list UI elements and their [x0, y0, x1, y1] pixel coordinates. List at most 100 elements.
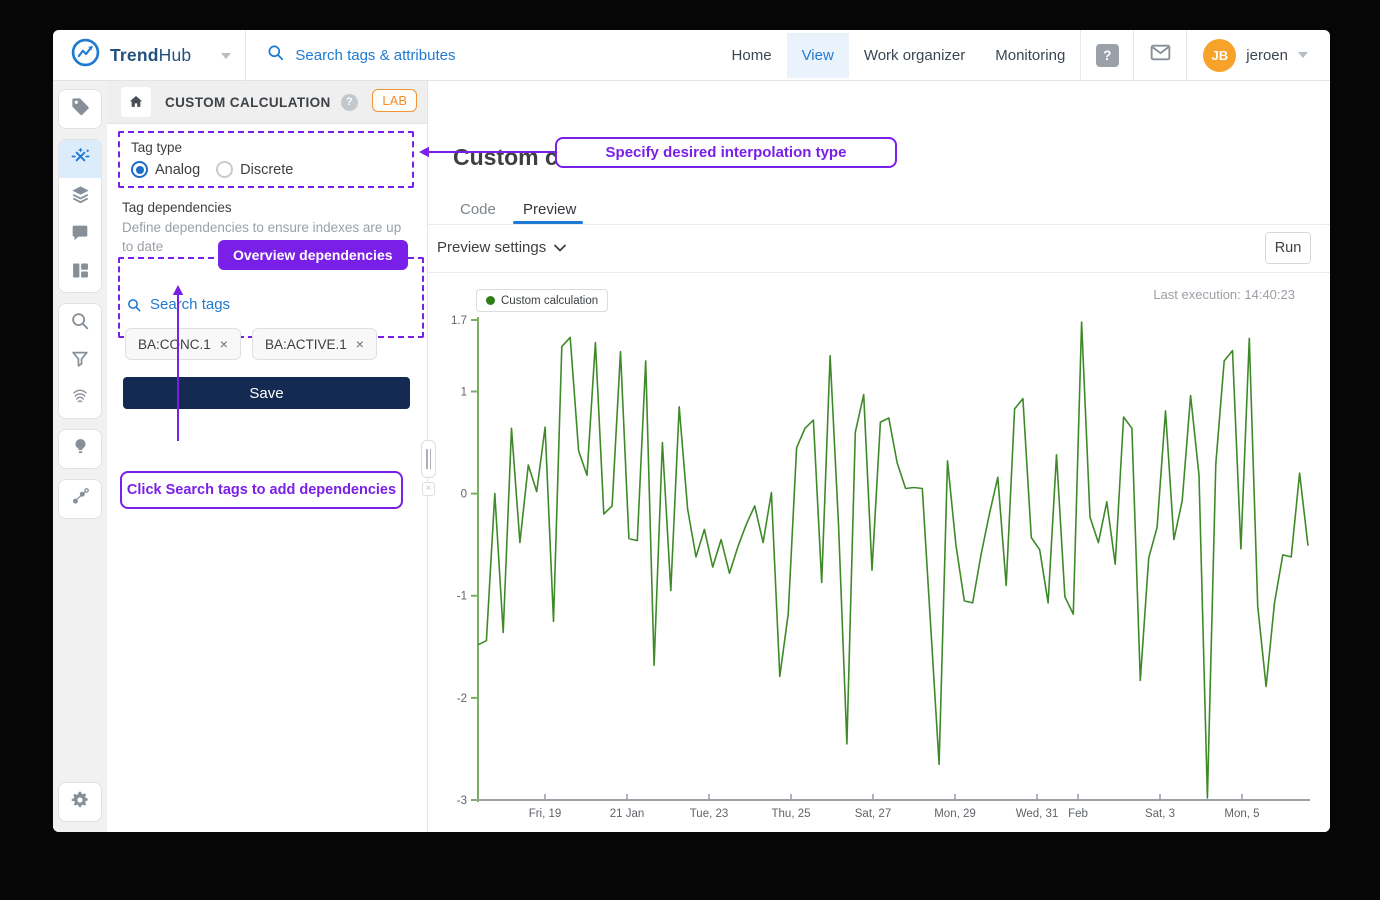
annotation-box-tag-type: Tag type AnalogDiscrete: [118, 131, 414, 188]
user-chevron-down-icon: [1298, 52, 1308, 58]
graph-icon: [69, 486, 91, 513]
sidebar-item-comments[interactable]: [59, 216, 101, 254]
sidebar-item-layers[interactable]: [59, 178, 101, 216]
lab-badge: LAB: [372, 89, 417, 112]
sidebar-group: [58, 429, 102, 469]
nav-item-home[interactable]: Home: [717, 33, 787, 78]
primary-nav: HomeViewWork organizerMonitoring: [717, 30, 1081, 80]
remove-tag-icon[interactable]: ×: [220, 336, 228, 352]
lightbulb-icon: [70, 436, 91, 462]
custom-calculation-icon: [69, 145, 92, 173]
svg-text:-1: -1: [457, 591, 467, 603]
sidebar-item-fingerprint[interactable]: [59, 380, 101, 418]
divider: [428, 272, 1330, 273]
radio-analog[interactable]: Analog: [131, 161, 200, 178]
home-button[interactable]: [121, 87, 151, 117]
tab-preview[interactable]: Preview: [523, 201, 576, 218]
help-button[interactable]: ?: [1081, 30, 1133, 80]
sidebar-group: [58, 139, 102, 293]
sidebar-item-graph[interactable]: [59, 480, 101, 518]
nav-item-work-organizer[interactable]: Work organizer: [849, 33, 980, 78]
dashboard-icon: [70, 260, 91, 286]
global-search[interactable]: [266, 43, 535, 67]
svg-text:Thu, 25: Thu, 25: [772, 808, 811, 820]
sidebar-item-tag[interactable]: [59, 90, 101, 128]
preview-settings-dropdown[interactable]: Preview settings: [437, 239, 566, 256]
main-area: Custom calculation Specify desired inter…: [428, 81, 1330, 832]
dependency-chip[interactable]: BA:ACTIVE.1 ×: [252, 328, 377, 360]
legend-label: Custom calculation: [501, 295, 598, 307]
run-button[interactable]: Run: [1265, 232, 1311, 264]
svg-text:Mon, 5: Mon, 5: [1224, 808, 1259, 820]
dependency-chip-label: BA:ACTIVE.1: [265, 337, 347, 352]
chevron-down-icon: [554, 244, 566, 252]
remove-tag-icon[interactable]: ×: [356, 336, 364, 352]
search-icon: [266, 43, 285, 67]
icon-sidebar: [53, 81, 107, 832]
dependency-chip-label: BA:CONC.1: [138, 337, 211, 352]
sidebar-group: [58, 479, 102, 519]
custom-calculation-panel: CUSTOM CALCULATION ? LAB Tag type Analog…: [107, 81, 428, 832]
svg-text:Sat, 27: Sat, 27: [855, 808, 891, 820]
svg-text:Tue, 23: Tue, 23: [690, 808, 729, 820]
annotation-interpolation: Specify desired interpolation type: [555, 137, 897, 168]
mail-button[interactable]: [1134, 30, 1186, 80]
sidebar-item-settings[interactable]: [59, 783, 101, 821]
annotation-overview-dependencies: Overview dependencies: [218, 240, 408, 270]
last-execution-time: Last execution: 14:40:23: [1153, 287, 1295, 302]
panel-help-icon[interactable]: ?: [341, 94, 358, 111]
sidebar-item-search[interactable]: [59, 304, 101, 342]
radio-discrete-icon: [216, 161, 233, 178]
panel-resize-handle[interactable]: [421, 440, 436, 478]
help-icon: ?: [1096, 44, 1119, 67]
save-button[interactable]: Save: [123, 377, 410, 409]
panel-title: CUSTOM CALCULATION: [165, 95, 331, 110]
brand[interactable]: TrendHub: [53, 30, 245, 80]
brand-chevron-down-icon[interactable]: [221, 46, 231, 64]
svg-text:0: 0: [461, 489, 467, 501]
svg-text:Feb: Feb: [1068, 808, 1088, 820]
sidebar-item-custom-calculation[interactable]: [59, 140, 101, 178]
radio-discrete[interactable]: Discrete: [216, 161, 293, 178]
sidebar-group: [58, 89, 102, 129]
radio-analog-icon: [131, 161, 148, 178]
svg-text:-2: -2: [457, 693, 467, 705]
sidebar-item-dashboard[interactable]: [59, 254, 101, 292]
search-icon: [69, 310, 91, 337]
panel-collapse-icon[interactable]: ×: [422, 482, 435, 496]
search-tags-link[interactable]: Search tags: [126, 296, 230, 313]
search-tags-label: Search tags: [150, 296, 230, 313]
top-navbar: TrendHub HomeViewWork organizerMonitorin…: [53, 30, 1330, 81]
home-icon: [127, 93, 145, 111]
svg-text:1: 1: [461, 386, 467, 398]
panel-header: CUSTOM CALCULATION ? LAB: [107, 81, 427, 124]
svg-text:21 Jan: 21 Jan: [610, 808, 645, 820]
fingerprint-icon: [69, 386, 91, 413]
svg-text:-3: -3: [457, 795, 467, 807]
mail-icon: [1148, 40, 1173, 70]
svg-text:Mon, 29: Mon, 29: [934, 808, 976, 820]
comments-icon: [69, 222, 91, 249]
tag-icon: [69, 95, 92, 123]
sidebar-item-filter[interactable]: [59, 342, 101, 380]
sidebar-group: [58, 303, 102, 419]
legend-dot-icon: [486, 296, 495, 305]
avatar: JB: [1203, 39, 1236, 72]
user-menu[interactable]: JB jeroen: [1187, 30, 1330, 80]
preview-chart: 1.710-1-2-3Fri, 1921 JanTue, 23Thu, 25Sa…: [438, 310, 1328, 825]
filter-icon: [69, 348, 91, 375]
svg-text:Fri, 19: Fri, 19: [529, 808, 562, 820]
dependency-chip[interactable]: BA:CONC.1 ×: [125, 328, 241, 360]
nav-item-view[interactable]: View: [787, 33, 849, 78]
tab-code[interactable]: Code: [460, 201, 496, 218]
search-input[interactable]: [295, 47, 535, 64]
preview-settings-label: Preview settings: [437, 239, 546, 256]
username: jeroen: [1246, 47, 1288, 64]
tag-dependencies-label: Tag dependencies: [122, 200, 232, 215]
nav-item-monitoring[interactable]: Monitoring: [980, 33, 1080, 78]
legend-custom-calculation[interactable]: Custom calculation: [476, 289, 608, 312]
sidebar-item-lightbulb[interactable]: [59, 430, 101, 468]
settings-icon: [69, 789, 91, 816]
brand-name: TrendHub: [110, 45, 191, 66]
trendhub-logo-icon: [71, 38, 100, 72]
